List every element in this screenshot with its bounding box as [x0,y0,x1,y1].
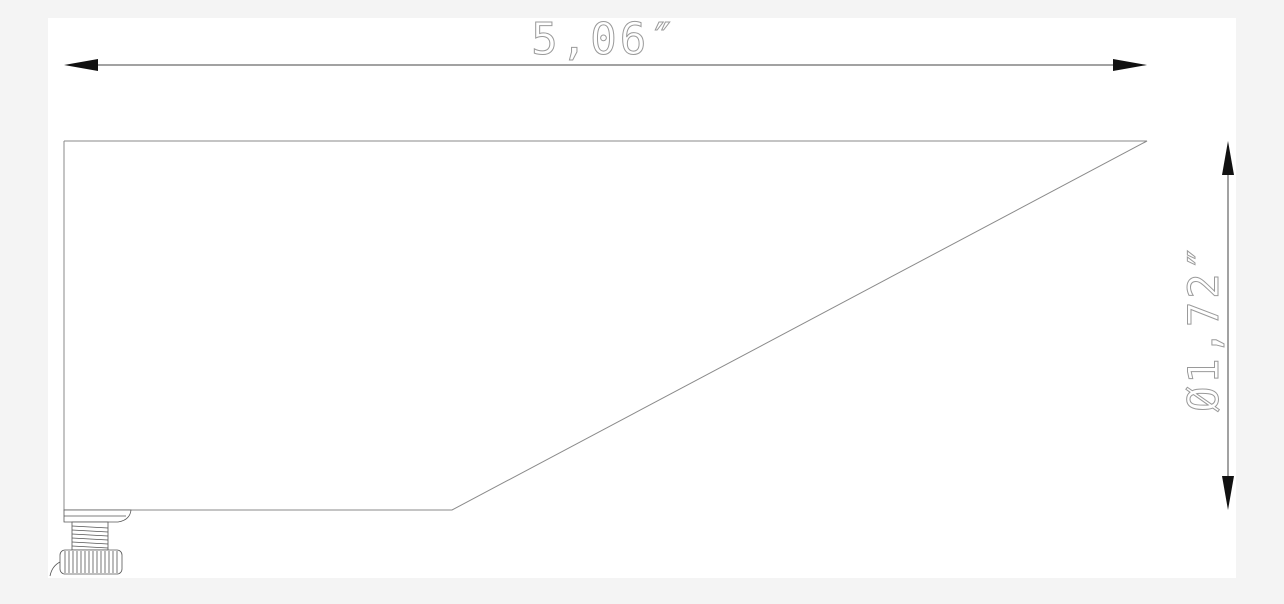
width-dimension-label: 5,06″ [531,14,678,65]
diameter-arrow-bottom [1222,476,1234,510]
part-outline [63,140,1148,511]
width-arrow-right [1113,59,1147,71]
part-profile [63,140,1148,511]
diameter-dimension-label: Ø1,72″ [1179,242,1228,412]
width-dimension: 5,06″ [64,14,1147,71]
diameter-dimension: Ø1,72″ [1179,141,1234,510]
diameter-arrow-top [1222,141,1234,175]
technical-drawing: 5,06″ Ø1,72″ [49,14,1234,577]
knurled-screw [49,509,132,577]
width-arrow-left [64,59,98,71]
leader-curve [49,561,61,577]
